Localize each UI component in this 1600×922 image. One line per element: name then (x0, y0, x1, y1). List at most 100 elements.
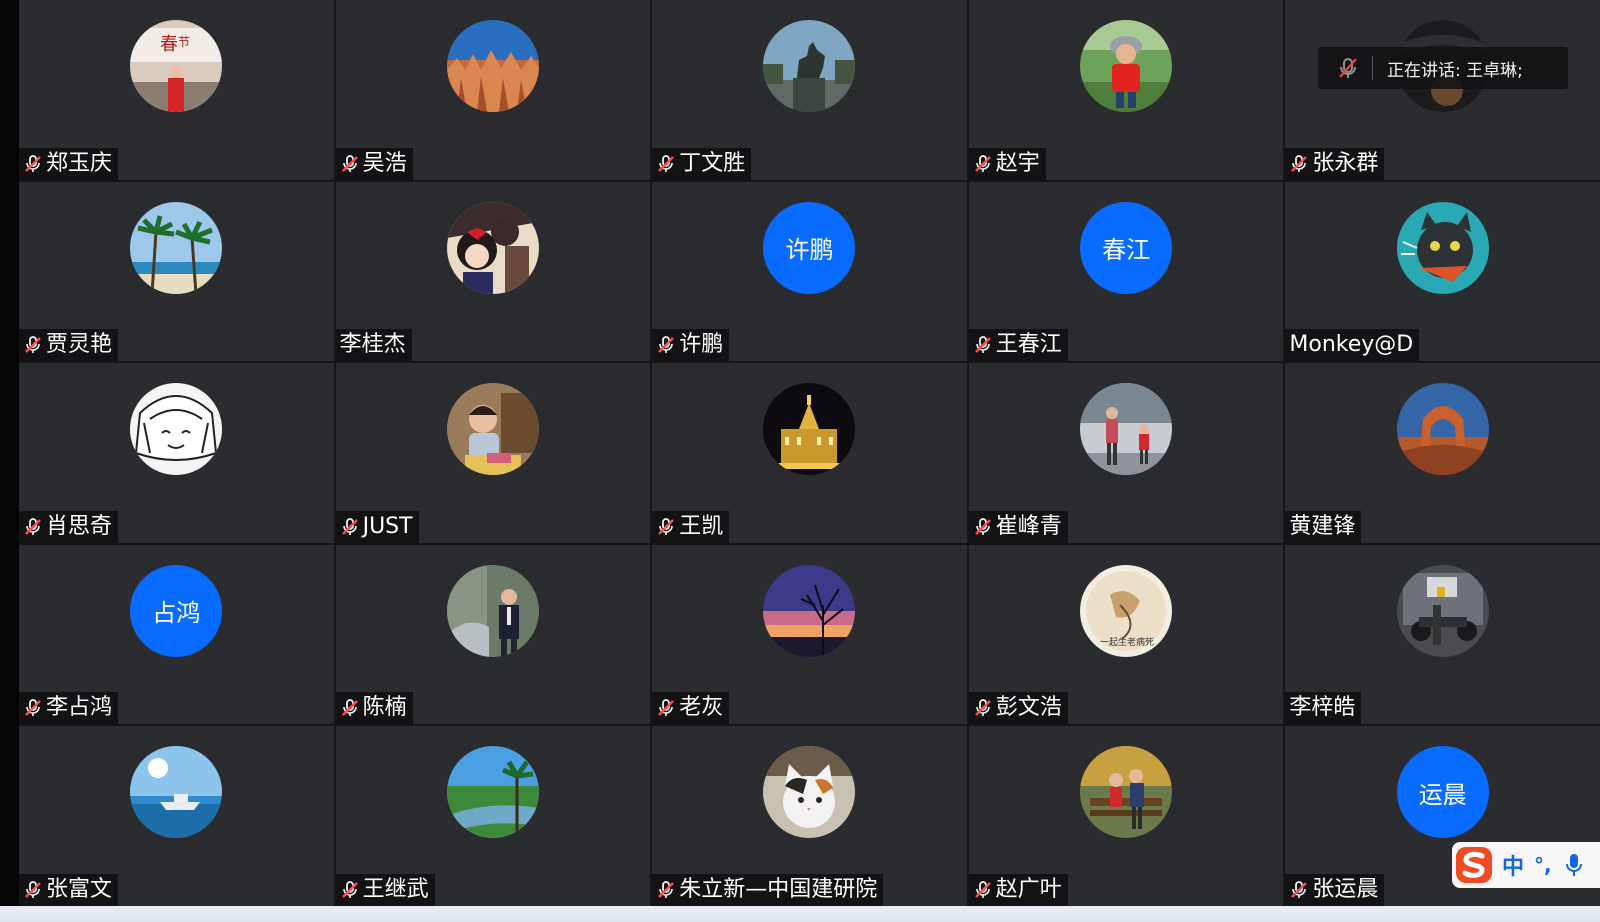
participant-name-tag: 王春江 (968, 329, 1068, 362)
avatar-initials: 运晨 (1418, 780, 1467, 809)
avatar-initials: 春江 (1102, 236, 1151, 265)
participant-tile[interactable]: 王继武 (335, 726, 651, 906)
avatar-initials: 许鹏 (785, 236, 834, 265)
avatar-photo (1396, 564, 1489, 657)
bottom-strip (0, 906, 1600, 922)
muted-mic-icon (25, 336, 41, 354)
avatar-photo (1080, 383, 1173, 476)
participant-name: 赵宇 (995, 150, 1040, 176)
participant-name: 肖思奇 (46, 513, 113, 539)
participant-name-tag: 赵宇 (968, 147, 1046, 180)
active-speaker-indicator: 正在讲话: 王卓琳; (1318, 47, 1568, 89)
ime-punct-label[interactable]: °, (1534, 853, 1552, 877)
participant-tile[interactable]: 王凯 (652, 363, 967, 543)
muted-mic-icon (1291, 881, 1308, 898)
participant-name: 老灰 (679, 695, 724, 721)
muted-mic-icon (25, 517, 41, 535)
participant-tile[interactable]: 吴浩 (335, 0, 651, 180)
initials-avatar: 运晨 (1396, 746, 1489, 839)
participant-name-tag: 张富文 (19, 874, 119, 906)
photo-child-park (1080, 20, 1173, 112)
muted-mic-icon (658, 154, 675, 172)
participant-tile[interactable]: 崔峰青 (968, 363, 1284, 543)
avatar-photo (130, 746, 223, 839)
avatar-photo: 一起生老病死 (1080, 564, 1173, 657)
participant-name: 吴浩 (362, 150, 407, 176)
svg-text:节: 节 (178, 35, 190, 49)
avatar-photo (763, 20, 856, 112)
participant-tile[interactable]: 许鹏 许鹏 (652, 181, 967, 362)
participant-tile[interactable]: 黄建锋 (1285, 363, 1600, 543)
participant-name: JUST (362, 513, 413, 539)
participant-tile[interactable]: 春江王春江 (968, 181, 1284, 362)
participant-name-tag: 李桂杰 (335, 329, 412, 362)
muted-mic-icon (1291, 154, 1308, 172)
input-method-toolbar[interactable]: 中 °, (1452, 842, 1600, 888)
participant-tile[interactable]: 赵广叶 (968, 726, 1284, 906)
participant-grid: 春节郑玉庆 吴浩 丁文胜 赵宇 张永群 贾灵艳 李桂杰 许鹏 许鹏 春江 王春江 Monkey@D 肖思… (19, 0, 1600, 906)
participant-tile[interactable]: 一起生老病死彭文浩 (968, 544, 1284, 725)
avatar-initials: 占鸿 (152, 599, 201, 628)
participant-name-tag: 李梓皓 (1285, 692, 1362, 725)
muted-mic-icon (658, 699, 675, 717)
photo-sunset-tree (763, 564, 856, 657)
participant-name-tag: 赵广叶 (968, 874, 1068, 906)
photo-motorcycle (1396, 564, 1489, 657)
participant-tile[interactable]: 贾灵艳 (19, 181, 334, 362)
muted-mic-icon (25, 154, 41, 172)
participant-tile[interactable]: 占鸿 李占鸿 (19, 544, 334, 725)
participant-tile[interactable]: 朱立新—中国建研院 (652, 726, 967, 906)
participant-tile[interactable]: JUST (335, 363, 651, 543)
photo-art-circle: 一起生老病死 (1080, 564, 1173, 657)
speaking-label: 正在讲话: 王卓琳; (1387, 60, 1523, 81)
participant-tile[interactable]: 春节郑玉庆 (19, 0, 334, 180)
photo-anime-girl (446, 201, 539, 294)
photo-arch (1396, 383, 1489, 476)
participant-name: 张运晨 (1312, 877, 1379, 902)
participant-name-tag: JUST (335, 510, 419, 543)
left-edge-bar (0, 0, 19, 908)
voice-input-icon[interactable] (1564, 852, 1584, 878)
muted-mic-icon (25, 699, 41, 717)
avatar-photo (130, 201, 223, 294)
ime-mode-label[interactable]: 中 (1502, 849, 1524, 881)
muted-mic-icon (1339, 58, 1357, 78)
participant-tile[interactable]: 李梓皓 (1285, 544, 1600, 725)
participant-tile[interactable]: 赵宇 (968, 0, 1284, 180)
participant-name: 李桂杰 (339, 332, 406, 358)
participant-name-tag: 丁文胜 (652, 147, 752, 180)
participant-name: 陈楠 (362, 695, 407, 721)
initials-avatar: 春江 (1080, 201, 1173, 294)
participant-tile[interactable]: 张富文 (19, 726, 334, 906)
photo-kid (446, 383, 539, 476)
avatar-photo (446, 20, 539, 112)
avatar-photo (763, 564, 856, 657)
participant-name-tag: 崔峰青 (968, 510, 1068, 543)
participant-tile[interactable]: Monkey@D (1285, 181, 1600, 362)
photo-statue (763, 20, 856, 112)
avatar-photo (1396, 201, 1489, 294)
svg-text:春: 春 (160, 34, 178, 55)
avatar-photo (763, 383, 856, 476)
participant-name-tag: Monkey@D (1285, 329, 1420, 362)
participant-tile[interactable]: 肖思奇 (19, 363, 334, 543)
muted-mic-icon (658, 517, 675, 535)
participant-name-tag: 陈楠 (335, 692, 413, 725)
participant-name: 彭文浩 (995, 695, 1062, 721)
participant-name: 张富文 (46, 877, 113, 902)
participant-name: 王春江 (995, 332, 1062, 358)
photo-cartoon-cat (1396, 201, 1489, 294)
muted-mic-icon (341, 517, 358, 535)
photo-bench (1080, 746, 1173, 839)
participant-tile[interactable]: 李桂杰 (335, 181, 651, 362)
participant-tile[interactable]: 老灰 (652, 544, 967, 725)
sogou-logo-icon[interactable] (1454, 845, 1494, 885)
avatar-photo (446, 201, 539, 294)
participant-tile[interactable]: 丁文胜 (652, 0, 967, 180)
photo-canyon (446, 20, 539, 112)
svg-text:一起生老病死: 一起生老病死 (1100, 636, 1154, 648)
muted-mic-icon (25, 881, 41, 898)
avatar-photo: 春节 (130, 20, 223, 112)
participant-tile[interactable]: 陈楠 (335, 544, 651, 725)
participant-tile[interactable]: 张永群 (1285, 0, 1600, 180)
